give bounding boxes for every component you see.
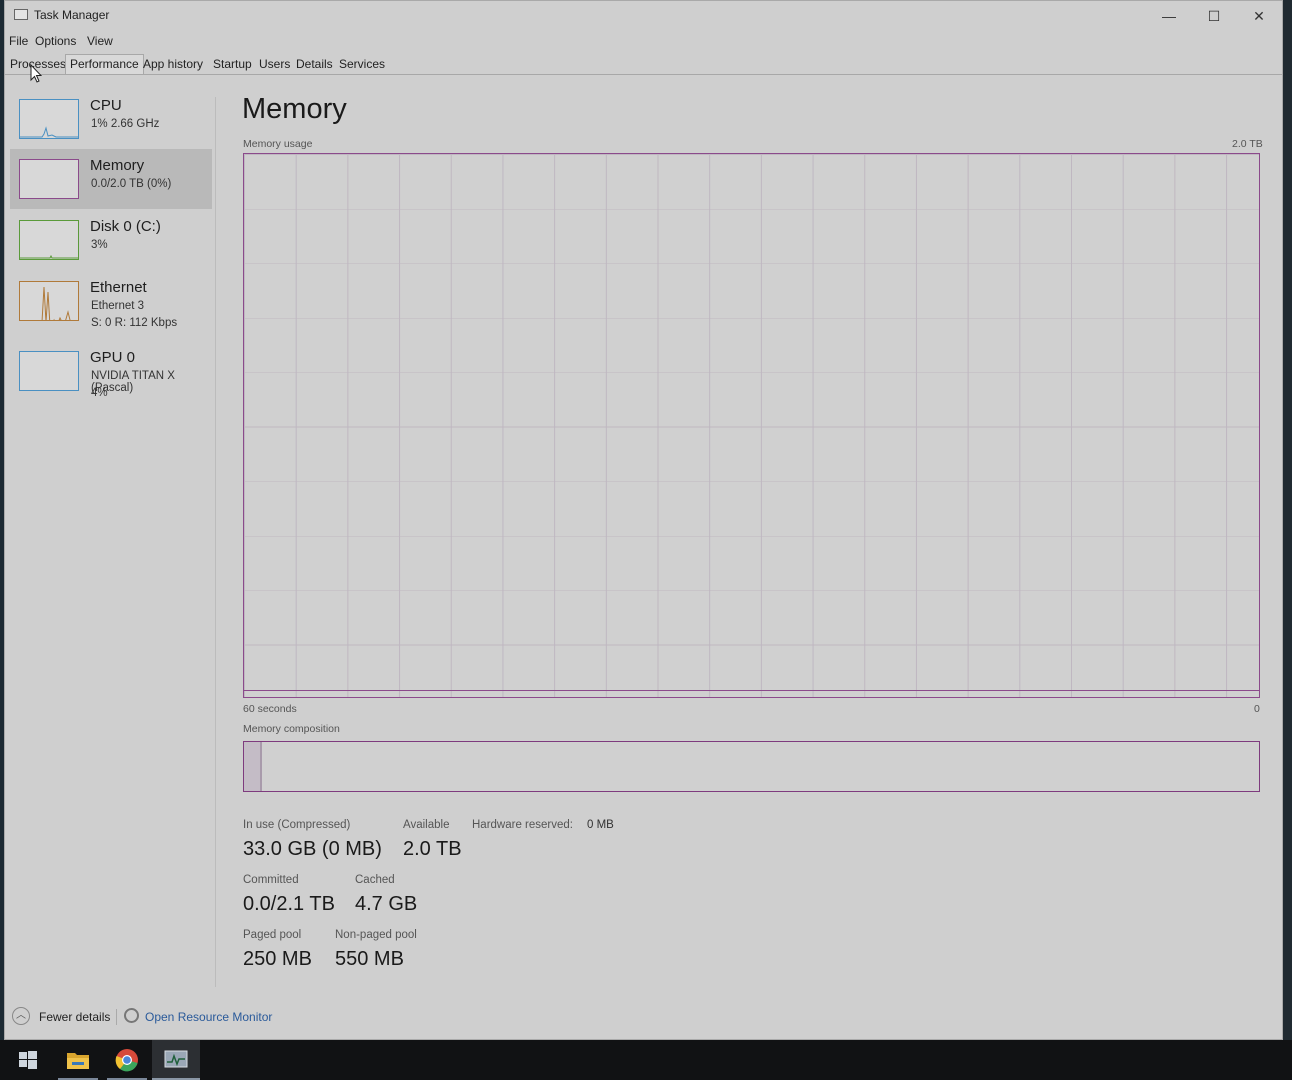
sidebar-item-detail: NVIDIA TITAN X (Pascal) bbox=[91, 370, 175, 394]
sidebar-item-cpu[interactable]: CPU 1% 2.66 GHz bbox=[10, 89, 212, 149]
sidebar-item-memory[interactable]: Memory 0.0/2.0 TB (0%) bbox=[10, 149, 212, 209]
memory-composition-in-use bbox=[244, 742, 262, 791]
paged-pool-label: Paged pool bbox=[243, 929, 302, 941]
in-use-label: In use (Compressed) bbox=[243, 819, 351, 831]
cached-label: Cached bbox=[355, 874, 395, 886]
sidebar-item-gpu[interactable]: GPU 0 NVIDIA TITAN X (Pascal) 4% bbox=[10, 341, 212, 401]
tab-users[interactable]: Users bbox=[255, 57, 294, 74]
sidebar-item-detail: 0.0/2.0 TB (0%) bbox=[91, 178, 172, 190]
mouse-cursor-icon bbox=[30, 64, 42, 83]
task-manager-window: Task Manager — ☐ ✕ File Options View Pro… bbox=[4, 0, 1283, 1040]
memory-usage-line bbox=[244, 690, 1259, 691]
time-axis-start: 60 seconds bbox=[243, 703, 297, 715]
memory-thumbnail-graph bbox=[19, 159, 79, 199]
title-bar[interactable]: Task Manager — ☐ ✕ bbox=[5, 1, 1282, 31]
cpu-thumbnail-graph bbox=[19, 99, 79, 139]
in-use-value: 33.0 GB (0 MB) bbox=[243, 838, 382, 860]
gpu-thumbnail-graph bbox=[19, 351, 79, 391]
memory-usage-max: 2.0 TB bbox=[1232, 138, 1263, 150]
sidebar-item-detail: Ethernet 3 bbox=[91, 300, 145, 312]
sidebar-item-detail: 1% 2.66 GHz bbox=[91, 118, 160, 130]
hardware-reserved-label: Hardware reserved: bbox=[472, 819, 573, 831]
file-explorer-icon[interactable] bbox=[54, 1040, 102, 1080]
cached-value: 4.7 GB bbox=[355, 893, 418, 915]
committed-label: Committed bbox=[243, 874, 299, 886]
sidebar-item-name: Ethernet bbox=[90, 279, 147, 296]
task-manager-icon[interactable] bbox=[152, 1040, 200, 1080]
hardware-reserved-value: 0 MB bbox=[587, 819, 614, 831]
menu-file[interactable]: File bbox=[9, 34, 28, 48]
sidebar-item-ethernet[interactable]: Ethernet Ethernet 3 S: 0 R: 112 Kbps bbox=[10, 271, 212, 331]
resource-monitor-icon bbox=[124, 1008, 139, 1023]
memory-composition-label: Memory composition bbox=[243, 723, 340, 735]
sidebar-item-name: GPU 0 bbox=[90, 349, 136, 366]
sidebar-item-disk[interactable]: Disk 0 (C:) 3% bbox=[10, 210, 212, 270]
sidebar-item-name: Memory bbox=[90, 157, 145, 174]
fewer-details-button[interactable]: Fewer details bbox=[39, 1010, 110, 1024]
start-icon[interactable] bbox=[4, 1040, 52, 1080]
close-button[interactable]: ✕ bbox=[1236, 1, 1282, 31]
ethernet-thumbnail-graph bbox=[19, 281, 79, 321]
memory-usage-graph bbox=[243, 153, 1260, 698]
tab-details[interactable]: Details bbox=[292, 57, 337, 74]
memory-usage-label: Memory usage bbox=[243, 138, 313, 150]
sidebar-item-name: CPU bbox=[90, 97, 122, 114]
time-axis-end: 0 bbox=[1254, 703, 1260, 715]
sidebar-item-detail-2: S: 0 R: 112 Kbps bbox=[91, 317, 178, 329]
paged-pool-value: 250 MB bbox=[243, 948, 312, 970]
tab-performance[interactable]: Performance bbox=[65, 54, 144, 74]
memory-composition-bar bbox=[243, 741, 1260, 792]
footer: ︿ Fewer details Open Resource Monitor bbox=[5, 1001, 1282, 1035]
tab-app-history[interactable]: App history bbox=[139, 57, 207, 74]
non-paged-pool-label: Non-paged pool bbox=[335, 929, 417, 941]
tab-bar: Processes Performance App history Startu… bbox=[5, 54, 1282, 75]
available-label: Available bbox=[403, 819, 450, 831]
menu-options[interactable]: Options bbox=[35, 34, 76, 48]
available-value: 2.0 TB bbox=[403, 838, 462, 860]
task-manager-icon bbox=[14, 9, 28, 20]
taskbar bbox=[0, 1040, 1292, 1080]
minimize-button[interactable]: — bbox=[1146, 1, 1192, 31]
sidebar-divider bbox=[215, 97, 216, 987]
menu-view[interactable]: View bbox=[87, 34, 113, 48]
sidebar-item-name: Disk 0 (C:) bbox=[90, 218, 161, 235]
chevron-up-icon[interactable]: ︿ bbox=[12, 1007, 30, 1025]
sidebar-item-detail: 3% bbox=[91, 239, 108, 251]
page-title: Memory bbox=[242, 93, 347, 125]
sidebar-item-detail-2: 4% bbox=[91, 387, 108, 399]
disk-thumbnail-graph bbox=[19, 220, 79, 260]
chrome-icon[interactable] bbox=[103, 1040, 151, 1080]
window-title: Task Manager bbox=[34, 8, 110, 22]
tab-services[interactable]: Services bbox=[335, 57, 389, 74]
non-paged-pool-value: 550 MB bbox=[335, 948, 404, 970]
background-window-edge bbox=[1283, 0, 1292, 1040]
footer-divider bbox=[116, 1009, 117, 1025]
tab-startup[interactable]: Startup bbox=[209, 57, 256, 74]
maximize-button[interactable]: ☐ bbox=[1191, 1, 1237, 31]
committed-value: 0.0/2.1 TB bbox=[243, 893, 335, 915]
open-resource-monitor-link[interactable]: Open Resource Monitor bbox=[145, 1010, 272, 1024]
menu-bar: File Options View bbox=[5, 31, 1282, 51]
